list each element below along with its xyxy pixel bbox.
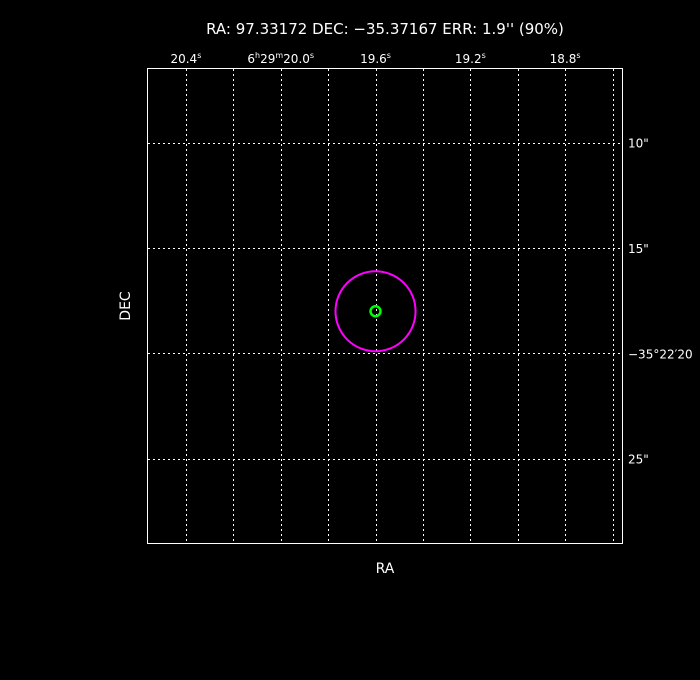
x-tick-label: 19.6s bbox=[360, 51, 391, 66]
finding-chart: RA: 97.33172 DEC: −35.37167 ERR: 1.9'' (… bbox=[0, 0, 700, 680]
x-axis-label: RA bbox=[376, 561, 395, 577]
y-tick-label: −35°22′20 bbox=[628, 347, 693, 361]
background bbox=[0, 0, 700, 680]
y-tick-label: 10" bbox=[628, 137, 649, 151]
x-tick-label: 18.8s bbox=[550, 51, 581, 66]
x-tick-label: 19.2s bbox=[455, 51, 486, 66]
chart-title: RA: 97.33172 DEC: −35.37167 ERR: 1.9'' (… bbox=[206, 20, 564, 38]
y-tick-label: 25" bbox=[628, 453, 649, 467]
y-axis-label: DEC bbox=[118, 291, 134, 321]
y-tick-label: 15" bbox=[628, 242, 649, 256]
x-tick-label: 20.4s bbox=[170, 51, 201, 66]
